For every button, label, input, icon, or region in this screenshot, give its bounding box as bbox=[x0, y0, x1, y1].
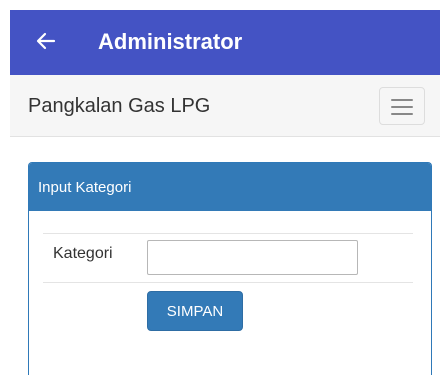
menu-bar-line bbox=[391, 106, 413, 108]
app-bar-title: Administrator bbox=[98, 29, 243, 54]
panel-heading: Input Kategori bbox=[29, 163, 431, 211]
input-kategori-panel: Input Kategori Kategori SIMPAN bbox=[28, 162, 432, 375]
hamburger-menu-icon[interactable] bbox=[379, 87, 425, 125]
panel-heading-title: Input Kategori bbox=[38, 179, 132, 196]
app-bar: Administrator bbox=[10, 10, 440, 75]
kategori-input[interactable] bbox=[147, 240, 358, 275]
menu-bar-line bbox=[391, 113, 413, 115]
form-divider bbox=[43, 233, 413, 234]
form-divider bbox=[43, 282, 413, 283]
menu-bar-line bbox=[391, 99, 413, 101]
navbar-brand[interactable]: Pangkalan Gas LPG bbox=[28, 94, 210, 118]
simpan-button[interactable]: SIMPAN bbox=[147, 291, 243, 331]
kategori-label: Kategori bbox=[53, 245, 113, 262]
navbar: Pangkalan Gas LPG bbox=[10, 75, 440, 137]
arrow-left-icon[interactable] bbox=[34, 29, 58, 53]
